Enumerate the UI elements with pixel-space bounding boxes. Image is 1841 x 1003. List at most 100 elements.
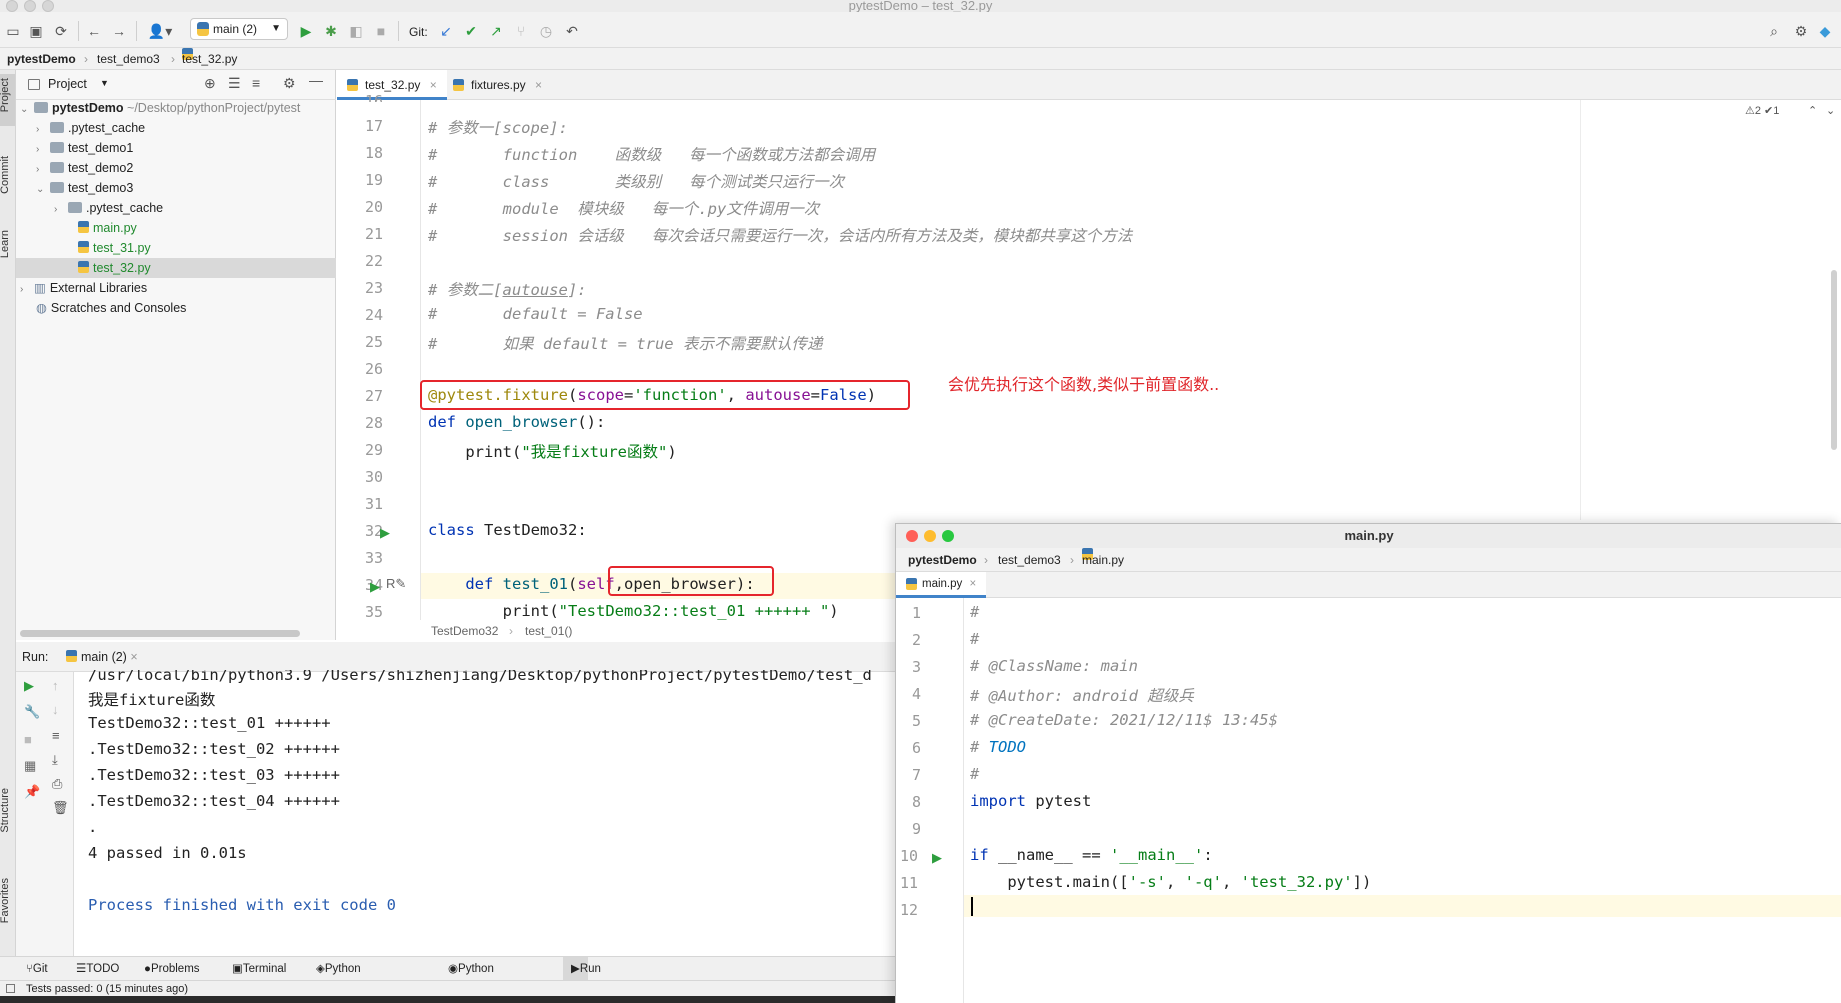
- edit-gutter-icon[interactable]: R✎: [386, 576, 406, 592]
- left-tool-strip: Project Commit Learn Structure Favorites: [0, 70, 16, 963]
- gear-icon[interactable]: ⚙: [283, 75, 296, 92]
- breadcrumb-folder[interactable]: test_demo3: [97, 48, 160, 70]
- arrow-up-icon[interactable]: ↑: [52, 678, 59, 693]
- gear-icon[interactable]: ⚙: [1792, 22, 1810, 40]
- breadcrumb-project[interactable]: pytestDemo: [7, 48, 76, 70]
- tree-item-label: test_demo1: [68, 141, 134, 155]
- tree-item-selected[interactable]: test_32.py: [16, 258, 336, 278]
- open-folder-icon[interactable]: ▭: [4, 22, 22, 40]
- expand-all-icon[interactable]: ☰: [228, 75, 241, 92]
- breadcrumb-folder[interactable]: test_demo3: [998, 548, 1061, 572]
- tab-problems[interactable]: ● Problems: [144, 957, 200, 981]
- pin-icon[interactable]: 📌: [24, 784, 40, 800]
- tree-item[interactable]: test_31.py: [78, 238, 151, 258]
- tab-label: Git: [32, 963, 48, 975]
- coverage-icon[interactable]: ◧: [347, 22, 365, 40]
- run-gutter-icon[interactable]: ▶: [380, 525, 390, 541]
- run-configuration-select[interactable]: main (2) ▼: [190, 18, 288, 40]
- close-icon[interactable]: ×: [969, 578, 976, 590]
- hide-icon[interactable]: —: [309, 72, 323, 88]
- chevron-down-icon[interactable]: ⌄: [1826, 104, 1835, 117]
- commit-tool-tab[interactable]: Commit: [0, 156, 11, 194]
- search-icon[interactable]: ⌕: [1765, 22, 1783, 40]
- debug-icon[interactable]: ✱: [322, 22, 340, 40]
- scroll-to-end-icon[interactable]: ⤓: [52, 752, 58, 768]
- learn-tool-tab[interactable]: Learn: [0, 230, 11, 258]
- breadcrumb-project[interactable]: pytestDemo: [908, 548, 977, 572]
- structure-tool-tab[interactable]: Structure: [0, 788, 11, 833]
- stop-icon[interactable]: ■: [372, 22, 390, 40]
- rollback-icon[interactable]: ↶: [563, 22, 581, 40]
- breadcrumb-method[interactable]: test_01(): [525, 620, 572, 642]
- zoom-window-button[interactable]: [942, 530, 954, 542]
- project-tool-tab[interactable]: Project: [0, 78, 11, 112]
- status-icon[interactable]: [6, 984, 15, 993]
- git-update-icon[interactable]: ↙: [437, 22, 455, 40]
- minimize-window-button[interactable]: [924, 530, 936, 542]
- print-icon[interactable]: ⎙: [52, 776, 62, 792]
- chevron-down-icon[interactable]: ▼: [100, 78, 109, 88]
- project-icon: [28, 79, 40, 90]
- code-line: #: [970, 765, 980, 783]
- tree-item[interactable]: main.py: [78, 218, 137, 238]
- code-token: ]:: [567, 281, 587, 299]
- tab-terminal[interactable]: ▣ Terminal: [232, 957, 286, 981]
- chevron-up-icon[interactable]: ⌃: [1808, 104, 1817, 117]
- tab-label: test_32.py: [365, 78, 421, 92]
- save-icon[interactable]: ▣: [27, 22, 45, 40]
- trash-icon[interactable]: 🗑: [52, 800, 69, 816]
- run-icon[interactable]: ▶: [297, 22, 315, 40]
- tab-fixtures[interactable]: fixtures.py ×: [443, 70, 552, 100]
- project-view-select[interactable]: Project: [48, 77, 87, 91]
- tab-run[interactable]: ▶ Run: [563, 957, 601, 981]
- close-icon[interactable]: ×: [535, 78, 542, 92]
- tab-python-packages[interactable]: ◈ Python Packages: [316, 957, 375, 999]
- git-branch-icon[interactable]: ⑂: [512, 22, 530, 40]
- history-icon[interactable]: ◷: [537, 22, 555, 40]
- layout-icon[interactable]: ▦: [24, 758, 36, 774]
- collapse-all-icon[interactable]: ≡: [252, 75, 260, 91]
- close-icon[interactable]: ×: [430, 78, 437, 92]
- close-window-button[interactable]: [906, 530, 918, 542]
- git-push-icon[interactable]: ↗: [487, 22, 505, 40]
- horizontal-scrollbar[interactable]: [20, 630, 300, 637]
- run-tab[interactable]: main (2) ×: [66, 642, 138, 672]
- tree-item[interactable]: ⌄ test_demo3: [36, 178, 133, 198]
- tree-item-label: main.py: [93, 221, 137, 235]
- tab-git[interactable]: ⑂ Git: [26, 957, 48, 981]
- run-gutter-icon[interactable]: ▶: [932, 850, 942, 866]
- user-dropdown-icon[interactable]: 👤▾: [146, 22, 174, 40]
- tree-item-root[interactable]: ⌄ pytestDemo ~/Desktop/pythonProject/pyte…: [20, 98, 336, 118]
- python-icon: [197, 22, 209, 36]
- run-gutter-icon[interactable]: ▶: [370, 579, 380, 595]
- tree-item[interactable]: › .pytest_cache: [54, 198, 163, 218]
- close-icon[interactable]: ×: [130, 650, 137, 664]
- back-icon[interactable]: ←: [85, 22, 103, 40]
- locate-icon[interactable]: ⊕: [204, 75, 216, 92]
- soft-wrap-icon[interactable]: ≡: [52, 728, 60, 743]
- tree-item-label: .pytest_cache: [86, 201, 164, 215]
- breadcrumb-class[interactable]: TestDemo32: [431, 620, 498, 642]
- favorites-tool-tab[interactable]: Favorites: [0, 878, 11, 923]
- line-number: 17: [364, 117, 383, 135]
- forward-icon[interactable]: →: [110, 22, 128, 40]
- tree-item[interactable]: › test_demo2: [36, 158, 133, 178]
- git-commit-icon[interactable]: ✔: [462, 22, 480, 40]
- tree-item[interactable]: ◍ Scratches and Consoles: [36, 298, 186, 318]
- stop-icon[interactable]: ■: [24, 732, 32, 747]
- plugin-icon[interactable]: ◆: [1816, 22, 1834, 40]
- sync-icon[interactable]: ⟳: [52, 22, 70, 40]
- tab-main[interactable]: main.py ×: [896, 572, 987, 598]
- wrench-icon[interactable]: 🔧: [24, 704, 40, 720]
- tree-item[interactable]: › .pytest_cache: [36, 118, 145, 138]
- tree-item[interactable]: › test_demo1: [36, 138, 133, 158]
- tab-todo[interactable]: ☰ TODO: [76, 957, 119, 981]
- rerun-icon[interactable]: ▶: [24, 678, 34, 694]
- tree-item[interactable]: › ▥ External Libraries: [20, 278, 147, 298]
- inspection-widget[interactable]: ⚠2 ✔1: [1745, 104, 1779, 117]
- arrow-down-icon[interactable]: ↓: [52, 702, 59, 717]
- output-line: .TestDemo32::test_04 ++++++: [88, 792, 340, 810]
- tab-python-console[interactable]: ◉ Python Console: [448, 957, 500, 999]
- code-line: # @CreateDate: 2021/12/11$ 13:45$: [970, 711, 1278, 729]
- vertical-scrollbar[interactable]: [1831, 270, 1837, 450]
